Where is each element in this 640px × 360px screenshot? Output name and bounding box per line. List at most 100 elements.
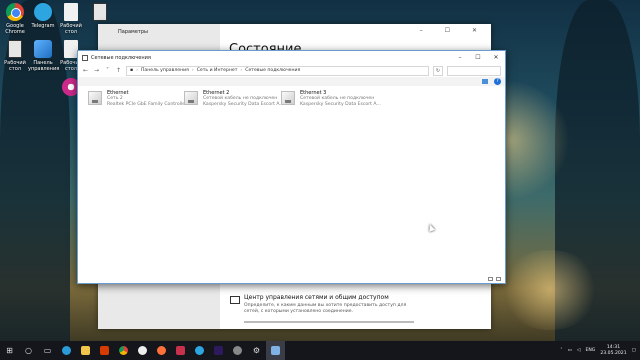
chevron-right-icon: ›: [136, 68, 138, 73]
control-panel-icon: ▪: [130, 68, 134, 73]
taskbar-firefox[interactable]: [152, 341, 171, 360]
network-folder-icon: [271, 346, 280, 355]
adapter-device: Kaspersky Security Data Escort A...: [203, 102, 284, 107]
adapter-ethernet-3[interactable]: Ethernet 3 Сетевой кабель не подключен K…: [279, 90, 381, 110]
taskbar-yandex[interactable]: [133, 341, 152, 360]
adapter-status: Сетевой кабель не подключен: [300, 96, 375, 101]
address-bar-row: ← → ˅ ↑ ▪ › Панель управления › Сеть и И…: [78, 64, 505, 77]
taskbar-app[interactable]: [171, 341, 190, 360]
close-button[interactable]: ✕: [487, 54, 505, 61]
status-bar: [78, 275, 505, 283]
search-button[interactable]: ○: [19, 341, 38, 360]
address-bar[interactable]: ▪ › Панель управления › Сеть и Интернет …: [126, 65, 429, 76]
taskbar-chrome[interactable]: [114, 341, 133, 360]
refresh-button[interactable]: ↻: [433, 65, 443, 76]
desktop-icon-control-panel[interactable]: Панель управления: [28, 40, 60, 72]
file-icon: [93, 3, 107, 21]
store-icon: [100, 346, 109, 355]
file-icon: [8, 40, 22, 58]
desktop-icon-label: Telegram: [31, 23, 55, 29]
windows-icon: ⊞: [6, 346, 13, 355]
network-folder-icon: [82, 54, 88, 61]
start-button[interactable]: ⊞: [0, 341, 19, 360]
clock-date: 23.05.2021: [600, 350, 627, 356]
edge-icon: [62, 346, 71, 355]
settings-title: Параметры: [118, 29, 148, 35]
network-adapter-icon: [184, 91, 198, 105]
desktop-icon-label: Рабочий стол: [60, 23, 82, 35]
taskbar-store[interactable]: [95, 341, 114, 360]
breadcrumb-control-panel[interactable]: Панель управления: [141, 68, 189, 73]
taskbar: ⊞ ○ ▭ ⚙ ˄ ▭ ◁ ENG 14:31 23.05.2021 ▢: [0, 341, 640, 360]
adapter-ethernet[interactable]: Ethernet Сеть 2 Realtek PCIe GbE Family …: [86, 90, 187, 110]
up-button[interactable]: ↑: [115, 67, 122, 74]
desktop-icon-folder[interactable]: Рабочий стол: [56, 3, 86, 35]
wallpaper-glow: [500, 250, 600, 330]
command-toolbar: ?: [78, 77, 505, 86]
volume-icon[interactable]: ◁: [577, 348, 581, 353]
control-panel-icon: [34, 40, 52, 58]
system-tray: ˄ ▭ ◁ ENG 14:31 23.05.2021 ▢: [560, 341, 636, 360]
file-icon: [64, 40, 78, 58]
task-view-icon: ▭: [43, 346, 52, 355]
gear-icon: ⚙: [252, 346, 261, 355]
desktop-icon-folder-2[interactable]: Рабочий стол: [0, 40, 30, 72]
view-options-icon[interactable]: [482, 79, 488, 84]
help-icon[interactable]: ?: [494, 78, 501, 85]
telegram-icon: [34, 3, 52, 21]
maximize-button[interactable]: ☐: [469, 54, 487, 61]
language-indicator[interactable]: ENG: [585, 348, 595, 353]
minimize-button[interactable]: –: [451, 54, 469, 61]
adapter-device: Kaspersky Security Data Escort A...: [300, 102, 381, 107]
network-center-link[interactable]: Центр управления сетями и общим доступом: [244, 294, 389, 301]
chevron-right-icon: ›: [240, 68, 243, 73]
folder-icon: [81, 346, 90, 355]
desktop-icon-telegram[interactable]: Telegram: [28, 3, 58, 29]
desktop-icon-file[interactable]: [85, 3, 115, 23]
back-button[interactable]: ←: [82, 67, 89, 74]
chrome-icon: [119, 346, 128, 355]
settings-window-controls[interactable]: – ☐ ✕: [420, 27, 487, 34]
telegram-icon: [195, 346, 204, 355]
app-icon: [176, 346, 185, 355]
network-adapter-icon: [281, 91, 295, 105]
network-adapter-icon: [88, 91, 102, 105]
settings-next-link[interactable]: [244, 321, 414, 323]
taskbar-edge[interactable]: [57, 341, 76, 360]
adapter-ethernet-2[interactable]: Ethernet 2 Сетевой кабель не подключен K…: [182, 90, 284, 110]
clock[interactable]: 14:31 23.05.2021: [600, 345, 626, 357]
network-center-icon: [230, 296, 240, 304]
details-view-icon[interactable]: [488, 277, 493, 281]
chevron-up-icon[interactable]: ˄: [560, 348, 562, 353]
chevron-right-icon: ›: [191, 68, 194, 73]
media-encoder-icon: [214, 346, 223, 355]
notifications-icon[interactable]: ▢: [632, 348, 636, 353]
chrome-icon: [6, 3, 24, 21]
adapter-device: Realtek PCIe GbE Family Controller: [107, 102, 187, 107]
taskbar-telegram[interactable]: [190, 341, 209, 360]
network-icon[interactable]: ▭: [568, 348, 572, 353]
taskbar-network-window[interactable]: [266, 341, 285, 360]
recent-locations-button[interactable]: ˅: [104, 67, 111, 74]
taskbar-media-encoder[interactable]: [209, 341, 228, 360]
adapter-list: Ethernet Сеть 2 Realtek PCIe GbE Family …: [78, 86, 505, 266]
search-icon: ○: [25, 346, 32, 355]
taskbar-clock-app[interactable]: [228, 341, 247, 360]
breadcrumb-network-internet[interactable]: Сеть и Интернет: [197, 68, 238, 73]
breadcrumb-network-connections[interactable]: Сетевые подключения: [245, 68, 300, 73]
forward-button[interactable]: →: [93, 67, 100, 74]
titlebar: Сетевые подключения – ☐ ✕: [78, 51, 505, 64]
large-icons-view-icon[interactable]: [496, 277, 501, 281]
desktop-icon-label: Панель управления: [28, 60, 60, 72]
network-center-description: Определите, к каким данным вы хотите пре…: [244, 303, 407, 314]
adapter-status: Сетевой кабель не подключен: [203, 96, 278, 101]
file-icon: [64, 3, 78, 21]
taskbar-explorer[interactable]: [76, 341, 95, 360]
desktop-icon-label: Рабочий стол: [4, 60, 26, 72]
desktop-icon-chrome[interactable]: Google Chrome: [0, 3, 30, 35]
network-connections-window: Сетевые подключения – ☐ ✕ ← → ˅ ↑ ▪ › Па…: [77, 50, 506, 284]
task-view-button[interactable]: ▭: [38, 341, 57, 360]
yandex-icon: [138, 346, 147, 355]
taskbar-settings[interactable]: ⚙: [247, 341, 266, 360]
search-input[interactable]: [447, 65, 501, 76]
